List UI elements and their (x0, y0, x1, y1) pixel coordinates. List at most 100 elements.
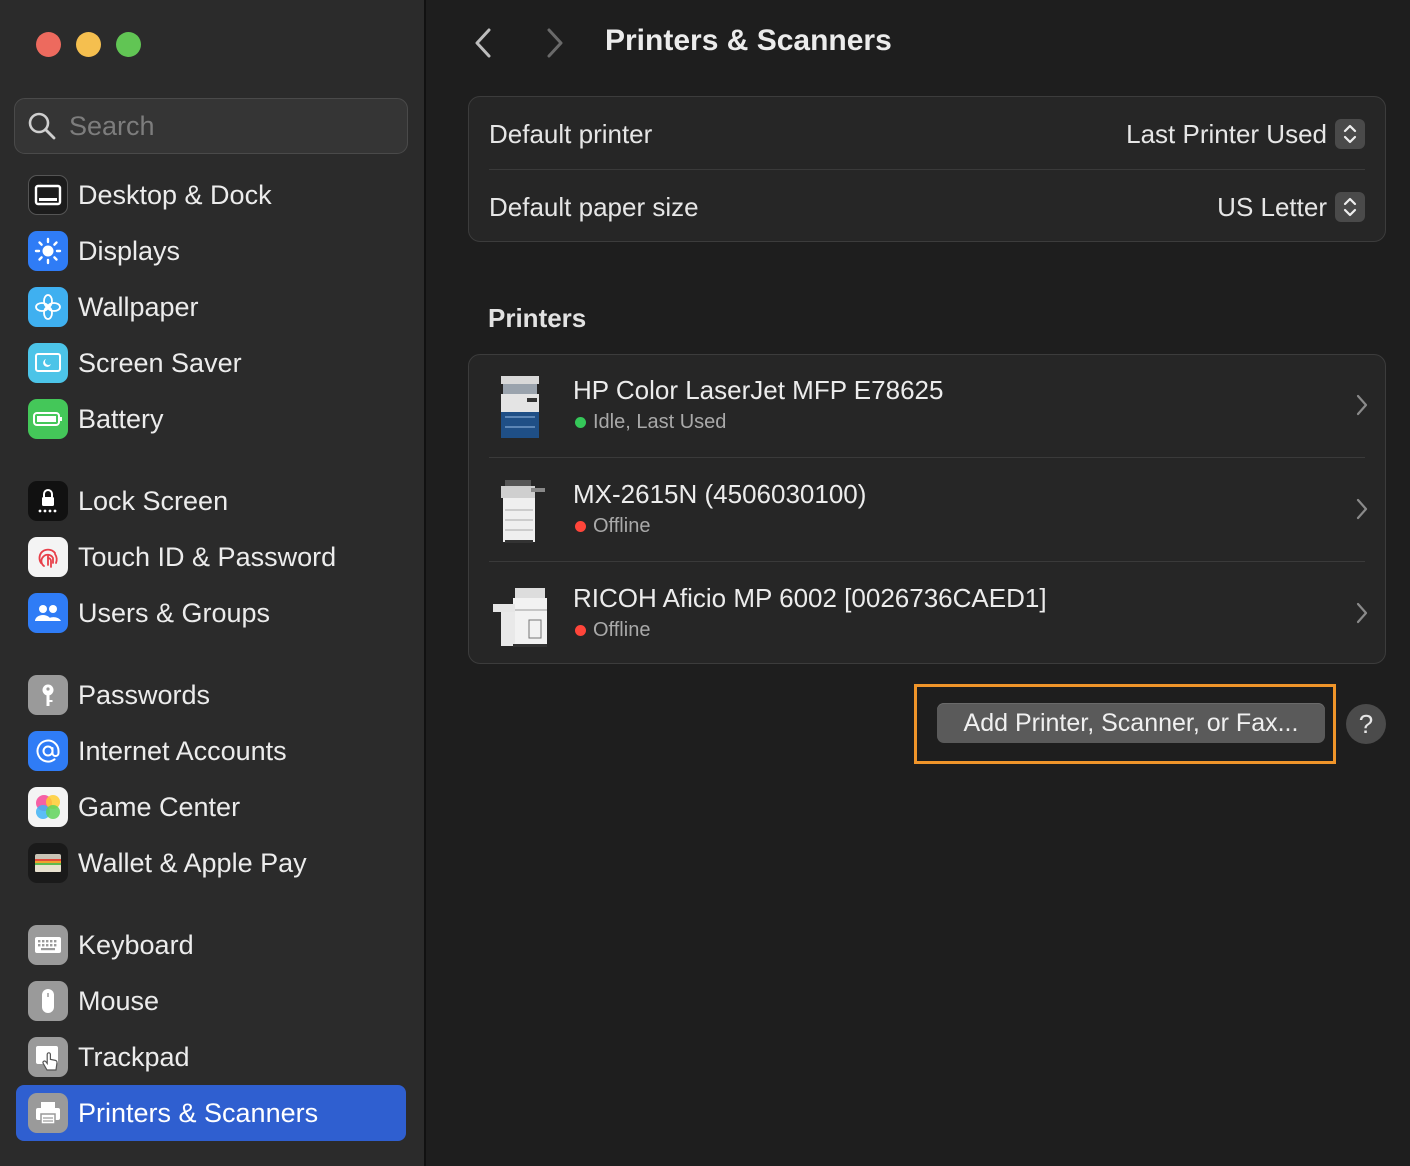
default-printer-value: Last Printer Used (1126, 118, 1327, 149)
divider (489, 561, 1365, 562)
back-button[interactable] (468, 26, 498, 60)
users-icon (28, 593, 68, 633)
printers-list: HP Color LaserJet MFP E78625 Idle, Last … (468, 354, 1386, 664)
sidebar-item-screen-saver[interactable]: Screen Saver (16, 335, 406, 391)
chevron-right-icon (547, 28, 563, 58)
battery-icon (28, 399, 68, 439)
wallet-icon (28, 843, 68, 883)
updown-chevron-icon (1335, 192, 1365, 222)
printer-status: Offline (575, 515, 650, 538)
mouse-icon (28, 981, 68, 1021)
sidebar-item-passwords[interactable]: Passwords (16, 667, 406, 723)
printer-device-icon (493, 588, 547, 647)
sidebar-item-game-center[interactable]: Game Center (16, 779, 406, 835)
default-printer-row: Default printer Last Printer Used (489, 98, 1365, 170)
sidebar-item-keyboard[interactable]: Keyboard (16, 917, 406, 973)
sidebar-item-printers-scanners[interactable]: Printers & Scanners (16, 1085, 406, 1141)
help-button[interactable]: ? (1346, 704, 1386, 744)
sidebar-item-label: Lock Screen (78, 485, 229, 516)
sidebar-item-trackpad[interactable]: Trackpad (16, 1029, 406, 1085)
wallpaper-icon (28, 287, 68, 327)
displays-icon (28, 231, 68, 271)
search-icon (28, 112, 56, 140)
printer-status-text: Offline (593, 619, 651, 641)
status-dot-icon (575, 521, 586, 532)
default-printer-label: Default printer (489, 118, 653, 149)
sidebar-item-label: Battery (78, 403, 164, 434)
forward-button[interactable] (540, 26, 570, 60)
printer-name: MX-2615N (4506030100) (573, 479, 867, 509)
sidebar-item-label: Displays (78, 235, 181, 266)
sidebar-item-lock-screen[interactable]: Lock Screen (16, 473, 406, 529)
sidebar-item-desktop-dock[interactable]: Desktop & Dock (16, 167, 406, 223)
sidebar-item-displays[interactable]: Displays (16, 223, 406, 279)
divider (489, 457, 1365, 458)
printer-status: Offline (575, 619, 650, 642)
keyboard-icon (28, 925, 68, 965)
printer-name: HP Color LaserJet MFP E78625 (573, 375, 944, 405)
trackpad-icon (28, 1037, 68, 1077)
sidebar-item-label: Wallpaper (78, 291, 199, 322)
defaults-group: Default printer Last Printer Used Defaul… (468, 96, 1386, 242)
printers-section-title: Printers (488, 303, 587, 333)
sidebar-item-label: Keyboard (78, 929, 194, 960)
close-window-button[interactable] (36, 32, 61, 57)
default-paper-label: Default paper size (489, 191, 699, 222)
sidebar-item-mouse[interactable]: Mouse (16, 973, 406, 1029)
sidebar-item-battery[interactable]: Battery (16, 391, 406, 447)
printer-row[interactable]: RICOH Aficio MP 6002 [0026736CAED1] Offl… (469, 563, 1385, 667)
page-title: Printers & Scanners (605, 24, 892, 57)
search-input[interactable] (69, 110, 389, 142)
divider (489, 169, 1365, 170)
sidebar-item-label: Game Center (78, 791, 241, 822)
updown-chevron-icon (1335, 119, 1365, 149)
main-pane: Printers & Scanners Default printer Last… (428, 0, 1410, 1166)
printer-row[interactable]: HP Color LaserJet MFP E78625 Idle, Last … (469, 355, 1385, 459)
zoom-window-button[interactable] (116, 32, 141, 57)
at-icon (28, 731, 68, 771)
printer-name: RICOH Aficio MP 6002 [0026736CAED1] (573, 583, 1047, 613)
key-icon (28, 675, 68, 715)
add-printer-button[interactable]: Add Printer, Scanner, or Fax... (937, 703, 1325, 743)
screen-saver-icon (28, 343, 68, 383)
sidebar-item-users-groups[interactable]: Users & Groups (16, 585, 406, 641)
sidebar-item-label: Users & Groups (78, 597, 271, 628)
default-paper-value: US Letter (1217, 191, 1327, 222)
sidebar-item-label: Wallet & Apple Pay (78, 847, 307, 878)
sidebar-item-touch-id[interactable]: Touch ID & Password (16, 529, 406, 585)
sidebar-item-label: Touch ID & Password (78, 541, 337, 572)
sidebar: Desktop & Dock Displays Wallpaper Screen… (0, 0, 426, 1166)
default-printer-select[interactable]: Last Printer Used (1126, 119, 1365, 150)
sidebar-item-label: Trackpad (78, 1041, 190, 1072)
desktop-dock-icon (28, 175, 68, 215)
printer-status-text: Idle, Last Used (593, 411, 727, 433)
chevron-right-icon (1356, 498, 1368, 520)
sidebar-item-label: Passwords (78, 679, 211, 710)
default-paper-row: Default paper size US Letter (489, 171, 1365, 243)
chevron-left-icon (475, 28, 491, 58)
sidebar-item-label: Desktop & Dock (78, 179, 272, 210)
printer-icon (28, 1093, 68, 1133)
default-paper-select[interactable]: US Letter (1217, 192, 1365, 223)
printer-device-icon (501, 376, 539, 438)
sidebar-item-wallpaper[interactable]: Wallpaper (16, 279, 406, 335)
printer-row[interactable]: MX-2615N (4506030100) Offline (469, 459, 1385, 563)
status-dot-icon (575, 625, 586, 636)
sidebar-item-label: Internet Accounts (78, 735, 287, 766)
search-field[interactable] (14, 98, 408, 154)
fingerprint-icon (28, 537, 68, 577)
lock-screen-icon (28, 481, 68, 521)
status-dot-icon (575, 417, 586, 428)
settings-window: Desktop & Dock Displays Wallpaper Screen… (0, 0, 1410, 1166)
sidebar-item-label: Printers & Scanners (78, 1097, 319, 1128)
sidebar-item-label: Screen Saver (78, 347, 242, 378)
chevron-right-icon (1356, 394, 1368, 416)
printer-status: Idle, Last Used (575, 411, 726, 434)
minimize-window-button[interactable] (76, 32, 101, 57)
game-center-icon (28, 787, 68, 827)
chevron-right-icon (1356, 602, 1368, 624)
printer-device-icon (501, 480, 545, 543)
sidebar-item-label: Mouse (78, 985, 160, 1016)
sidebar-item-wallet[interactable]: Wallet & Apple Pay (16, 835, 406, 891)
sidebar-item-internet-accounts[interactable]: Internet Accounts (16, 723, 406, 779)
